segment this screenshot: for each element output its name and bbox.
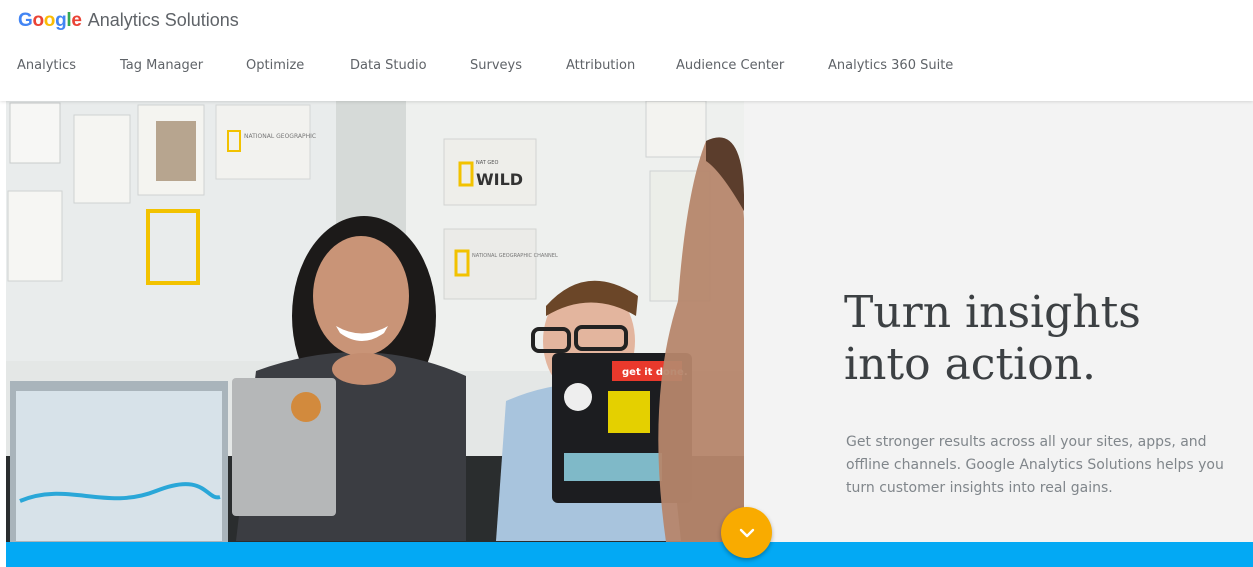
hero-photo: NATIONAL GEOGRAPHIC NAT GEO WILD NATIONA… <box>6 101 744 542</box>
site-header: Google Analytics Solutions Analytics Tag… <box>0 0 1253 101</box>
nav-analytics-360-suite[interactable]: Analytics 360 Suite <box>828 58 953 73</box>
nav-data-studio[interactable]: Data Studio <box>350 58 427 73</box>
nav-audience-center[interactable]: Audience Center <box>676 58 784 73</box>
nav-tag-manager[interactable]: Tag Manager <box>120 58 203 73</box>
logo-letter: e <box>71 10 82 31</box>
google-analytics-solutions-logo[interactable]: Google Analytics Solutions <box>18 10 239 36</box>
nav-attribution[interactable]: Attribution <box>566 58 635 73</box>
google-wordmark: Google <box>18 10 82 32</box>
hero-photo-illustration: NATIONAL GEOGRAPHIC NAT GEO WILD NATIONA… <box>6 101 744 542</box>
nav-analytics[interactable]: Analytics <box>17 58 76 73</box>
chevron-down-icon <box>739 528 754 537</box>
hero-headline: Turn insights into action. <box>844 287 1224 391</box>
natgeo-wild-text: WILD <box>476 170 523 189</box>
scroll-down-button[interactable] <box>721 507 772 558</box>
accent-bar <box>6 542 1253 567</box>
natgeo-channel-text: NATIONAL GEOGRAPHIC CHANNEL <box>472 253 558 259</box>
natgeo-wild-top-text: NAT GEO <box>476 160 498 166</box>
hero-subtext: Get stronger results across all your sit… <box>846 434 1224 496</box>
logo-letter: g <box>55 10 67 31</box>
product-name: Analytics Solutions <box>87 10 239 30</box>
nav-optimize[interactable]: Optimize <box>246 58 304 73</box>
logo-letter: o <box>43 10 56 31</box>
logo-letter: o <box>32 10 44 31</box>
nav-surveys[interactable]: Surveys <box>470 58 522 73</box>
natgeo-sign-text: NATIONAL GEOGRAPHIC <box>244 133 316 140</box>
logo-letter: G <box>18 10 33 31</box>
hero-headline-line-2: into action. <box>844 339 1097 390</box>
hero-section: NATIONAL GEOGRAPHIC NAT GEO WILD NATIONA… <box>6 101 1253 542</box>
hero-headline-line-1: Turn insights <box>844 287 1141 338</box>
